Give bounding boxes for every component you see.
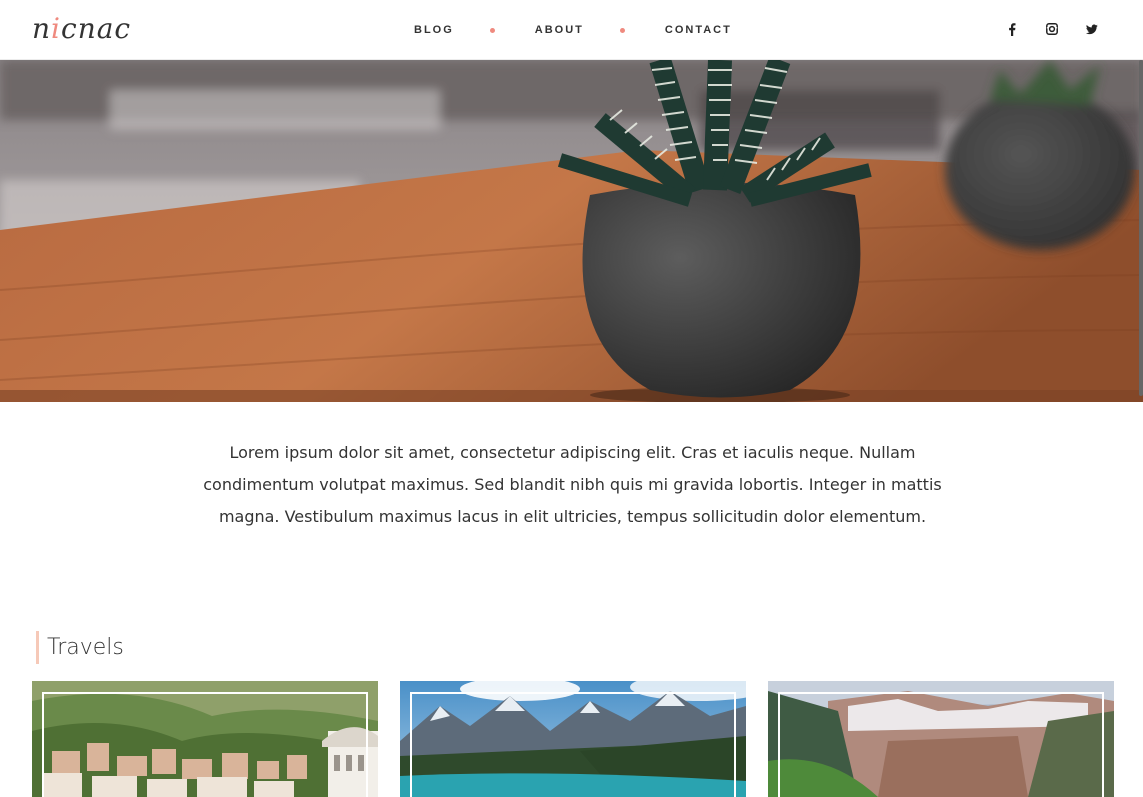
- facebook-icon[interactable]: [1005, 22, 1019, 36]
- instagram-icon[interactable]: [1045, 22, 1059, 36]
- travels-section-title: Travels: [36, 631, 124, 664]
- site-logo[interactable]: nicnac: [32, 12, 131, 46]
- logo-text-part2: cnac: [61, 12, 132, 45]
- page-scrollbar[interactable]: [1139, 60, 1143, 396]
- main-nav: BLOG ABOUT CONTACT: [414, 22, 732, 38]
- social-links: [1005, 22, 1099, 36]
- intro-paragraph: Lorem ipsum dolor sit amet, consectetur …: [203, 443, 942, 526]
- travel-card-canyon-valley[interactable]: [768, 681, 1114, 797]
- travel-card-mountain-lake[interactable]: [400, 681, 746, 797]
- nav-separator-dot: [619, 27, 625, 33]
- card-frame: [778, 692, 1104, 797]
- logo-text-accent: i: [51, 12, 62, 45]
- card-frame: [42, 692, 368, 797]
- nav-separator-dot: [489, 27, 495, 33]
- nav-blog-link[interactable]: BLOG: [414, 24, 454, 36]
- hero-image: [0, 60, 1143, 402]
- nav-contact-link[interactable]: CONTACT: [665, 24, 732, 36]
- card-frame: [410, 692, 736, 797]
- travel-card-coastal-town[interactable]: [32, 681, 378, 797]
- twitter-icon[interactable]: [1085, 22, 1099, 36]
- logo-text-part1: n: [32, 12, 52, 45]
- nav-about-link[interactable]: ABOUT: [535, 24, 584, 36]
- site-header: nicnac BLOG ABOUT CONTACT: [0, 0, 1143, 60]
